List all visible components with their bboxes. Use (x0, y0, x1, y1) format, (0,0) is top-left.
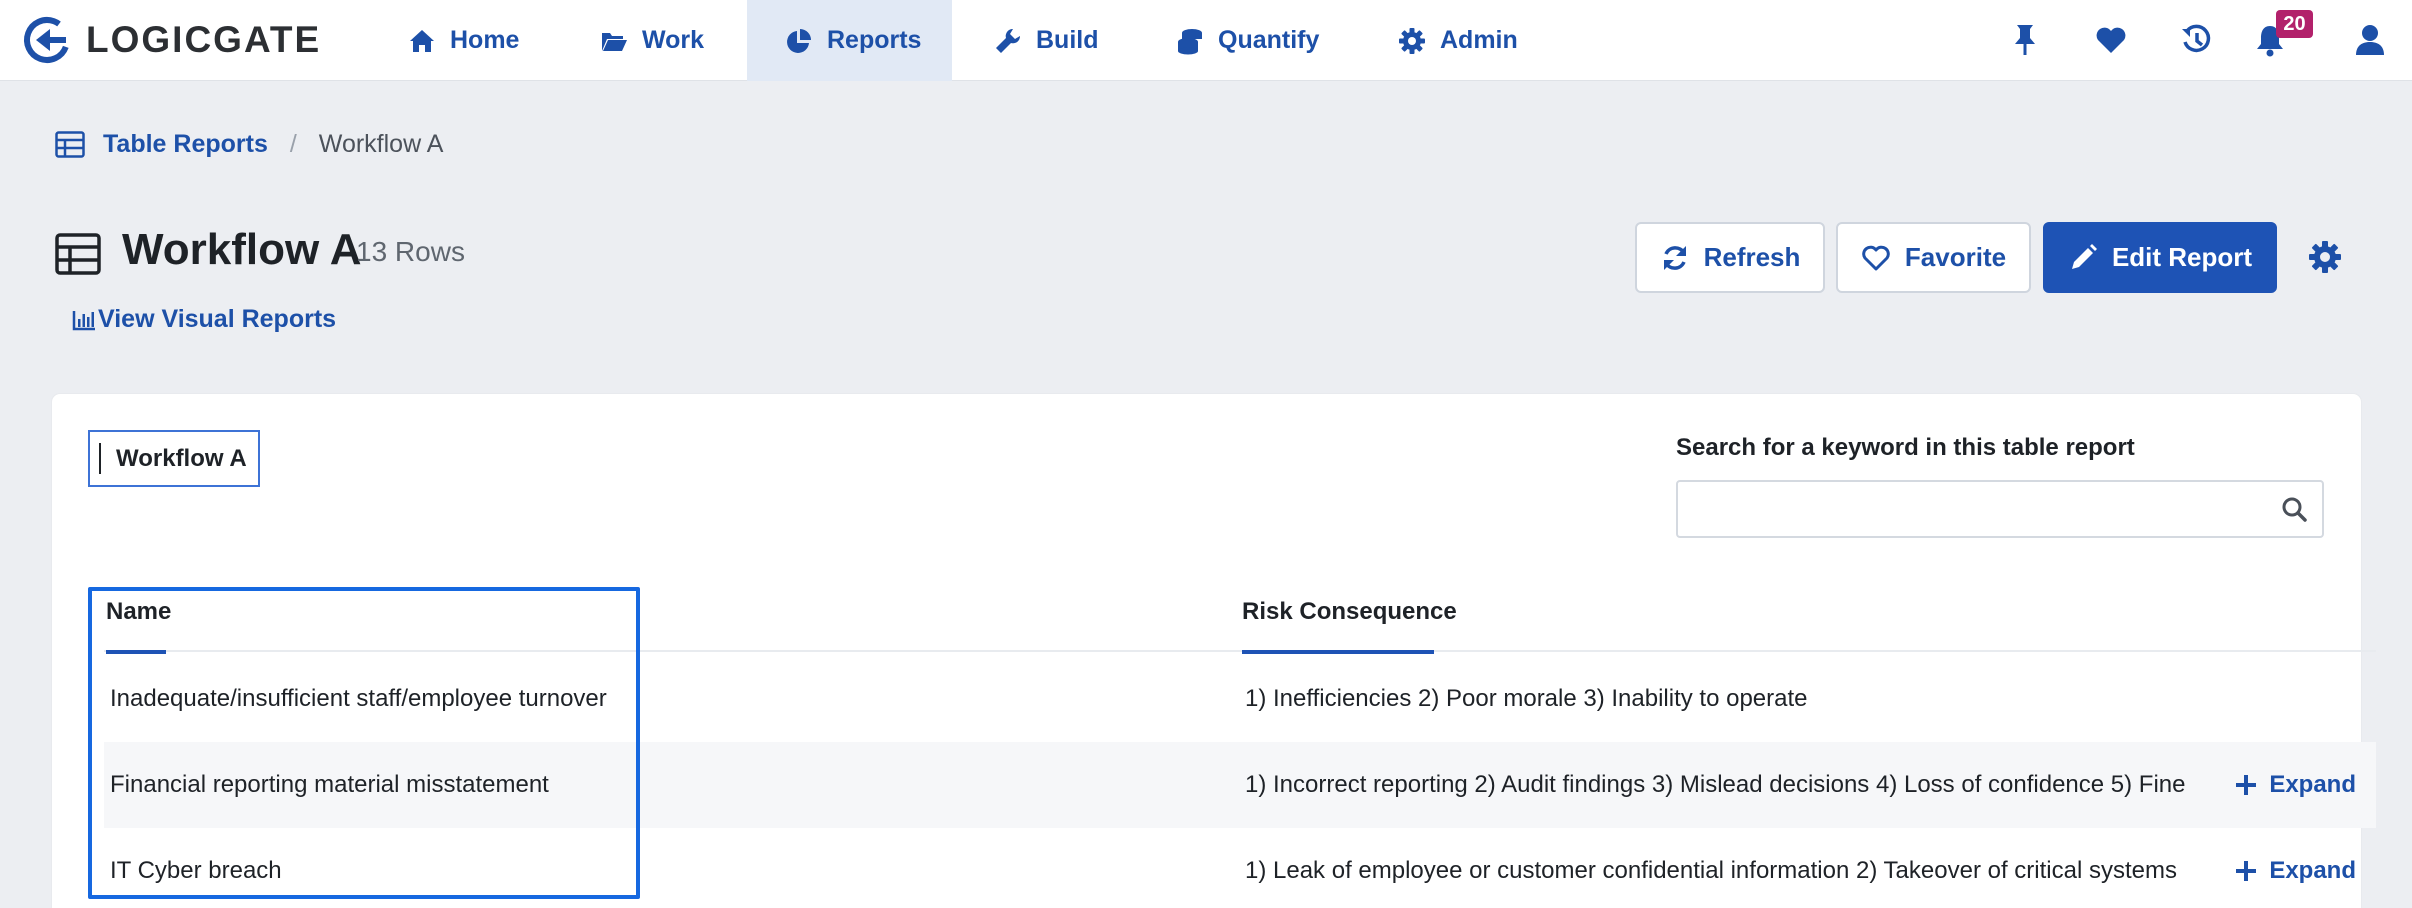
search-input[interactable] (1678, 482, 2268, 536)
report-settings-gear-icon[interactable] (2307, 239, 2343, 275)
column-header-risk-consequence[interactable]: Risk Consequence (1242, 598, 1457, 654)
search-label: Search for a keyword in this table repor… (1676, 434, 2135, 461)
nav-work-label: Work (642, 26, 705, 54)
breadcrumb-current: Workflow A (318, 129, 444, 158)
cell-risk-consequence: 1) Leak of employee or customer confiden… (1245, 857, 2185, 884)
nav-reports[interactable]: Reports (747, 0, 952, 81)
edit-report-label: Edit Report (2111, 242, 2253, 272)
expand-button[interactable]: Expand (2235, 828, 2356, 908)
nav-build[interactable]: Build (994, 0, 1112, 81)
favorite-button[interactable]: Favorite (1836, 222, 2031, 293)
view-visual-reports-link[interactable]: View Visual Reports (72, 305, 336, 334)
heart-outline-icon (1862, 245, 1890, 270)
breadcrumb-table-reports[interactable]: Table Reports (103, 130, 268, 159)
page-title: Workflow A (122, 225, 362, 274)
cell-name: Financial reporting material misstatemen… (110, 771, 549, 798)
column-sort-indicator (1242, 650, 1434, 654)
top-navbar: LOGICGATE Home Work Reports Build Quanti… (0, 0, 2412, 81)
bar-chart-icon (72, 310, 95, 330)
view-visual-reports-label: View Visual Reports (98, 305, 337, 333)
tab-workflow-a[interactable]: Workflow A (88, 430, 260, 487)
cell-name: Inadequate/insufficient staff/employee t… (110, 685, 607, 712)
brand-name: LOGICGATE (86, 19, 322, 60)
expand-label: Expand (2269, 857, 2356, 884)
nav-quantify[interactable]: Quantify (1176, 0, 1326, 81)
column-header-risk-label: Risk Consequence (1242, 598, 1457, 625)
breadcrumb-separator: / (289, 129, 297, 158)
search-icon[interactable] (2280, 495, 2308, 523)
nav-home[interactable]: Home (408, 0, 526, 81)
nav-home-label: Home (450, 26, 520, 54)
gear-icon (1399, 27, 1425, 54)
pie-chart-icon (787, 28, 811, 53)
history-icon[interactable] (2180, 22, 2214, 58)
wrench-icon (996, 28, 1021, 53)
logicgate-logo-icon (24, 17, 70, 63)
user-icon[interactable] (2353, 22, 2387, 58)
cell-risk-consequence: 1) Incorrect reporting 2) Audit findings… (1245, 771, 2185, 798)
home-icon (410, 29, 434, 52)
column-header-name-label: Name (106, 598, 172, 625)
nav-reports-label: Reports (827, 26, 922, 54)
nav-build-label: Build (1036, 26, 1099, 54)
nav-admin-label: Admin (1440, 26, 1518, 54)
nav-work[interactable]: Work (600, 0, 710, 81)
notification-count-badge: 20 (2276, 10, 2313, 38)
refresh-label: Refresh (1703, 242, 1801, 272)
nav-admin[interactable]: Admin (1398, 0, 1520, 81)
heart-icon[interactable] (2094, 22, 2128, 58)
table-row[interactable]: Inadequate/insufficient staff/employee t… (104, 656, 2376, 742)
column-sort-indicator (106, 650, 166, 654)
search-field[interactable] (1676, 480, 2324, 538)
table-row[interactable]: Financial reporting material misstatemen… (104, 742, 2376, 828)
cell-name: IT Cyber breach (110, 857, 282, 884)
column-header-name[interactable]: Name (106, 598, 172, 654)
report-card: Workflow A Search for a keyword in this … (52, 394, 2376, 908)
table-row[interactable]: IT Cyber breach 1) Leak of employee or c… (104, 828, 2376, 908)
nav-quantify-label: Quantify (1218, 26, 1320, 54)
refresh-icon (1663, 245, 1686, 270)
expand-button[interactable]: Expand (2235, 742, 2356, 828)
text-cursor (99, 443, 101, 474)
logicgate-logo[interactable]: LOGICGATE (22, 15, 321, 65)
folder-open-icon (602, 32, 627, 51)
tab-workflow-a-label: Workflow A (116, 444, 247, 472)
row-count: 13 Rows (356, 236, 465, 267)
coins-icon (1178, 28, 1202, 54)
edit-report-button[interactable]: Edit Report (2043, 222, 2277, 293)
cell-risk-consequence: 1) Inefficiencies 2) Poor morale 3) Inab… (1245, 685, 1808, 712)
plus-icon (2236, 775, 2257, 795)
breadcrumb: Table Reports / Workflow A (55, 126, 443, 162)
refresh-button[interactable]: Refresh (1635, 222, 1825, 293)
table-icon (55, 130, 85, 158)
table-report-icon (55, 233, 101, 275)
pencil-icon (2071, 243, 2097, 269)
pin-icon[interactable] (2008, 22, 2042, 58)
table-header: Name Risk Consequence (104, 598, 2376, 654)
plus-icon (2236, 861, 2257, 881)
expand-label: Expand (2269, 771, 2356, 798)
favorite-label: Favorite (1904, 242, 2007, 272)
